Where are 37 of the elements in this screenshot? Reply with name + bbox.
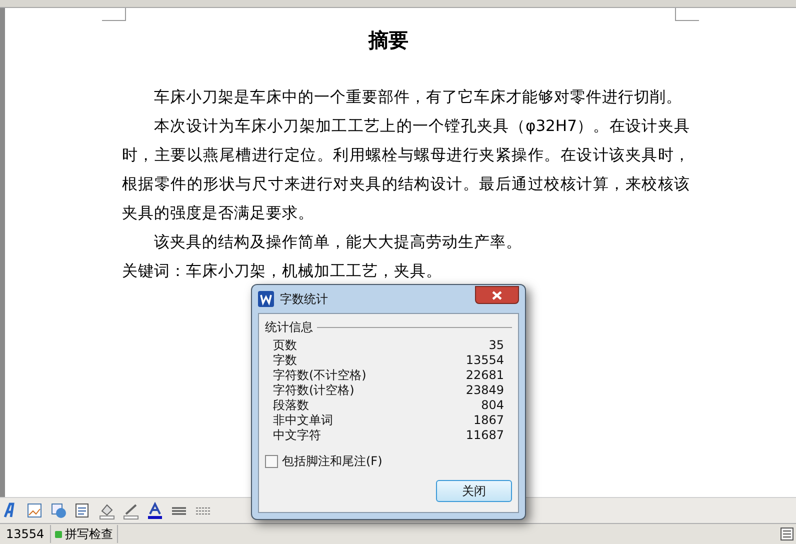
stat-value: 1867 bbox=[473, 413, 504, 428]
stat-label: 字符数(计空格) bbox=[273, 383, 354, 398]
stat-value: 13554 bbox=[466, 353, 504, 368]
line-color-icon[interactable] bbox=[122, 502, 140, 520]
body-paragraph: 该夹具的结构及操作简单，能大大提高劳动生产率。 bbox=[153, 232, 523, 253]
group-label: 统计信息 bbox=[265, 319, 313, 336]
stat-value: 35 bbox=[488, 338, 504, 353]
spell-check-button[interactable]: 拼写检查 bbox=[51, 525, 118, 543]
document-view-icon[interactable] bbox=[780, 527, 794, 541]
font-color-icon[interactable] bbox=[146, 502, 164, 520]
stat-label: 页数 bbox=[273, 338, 297, 353]
close-icon bbox=[492, 290, 502, 300]
stat-label: 中文字符 bbox=[273, 428, 321, 443]
keywords-line: 关键词：车床小刀架，机械加工工艺，夹具。 bbox=[122, 261, 443, 282]
margin-corner-mark bbox=[675, 8, 699, 21]
stat-value: 11687 bbox=[466, 428, 504, 443]
dialog-title: 字数统计 bbox=[280, 291, 328, 308]
fill-color-icon[interactable] bbox=[98, 502, 116, 520]
stat-value: 22681 bbox=[466, 368, 504, 383]
stat-value: 804 bbox=[481, 398, 504, 413]
checkbox[interactable] bbox=[265, 454, 278, 468]
stat-value: 23849 bbox=[466, 383, 504, 398]
body-paragraph: 本次设计为车床小刀架加工工艺上的一个镗孔夹具（φ32H7）。在设计夹具时，主要以燕尾槽进行定位。利用螺栓与螺母进行夹紧操作。在设计该夹具时，根据零件的形状与尺寸来进行对夹具的结构设计。最后通过校核计算，来校核该夹具的强度是否满足要求。 bbox=[122, 116, 690, 224]
app-logo-icon bbox=[258, 291, 274, 307]
word-count: 13554 bbox=[0, 525, 52, 543]
body-paragraph: 车床小刀架是车床中的一个重要部件，有了它车床才能够对零件进行切削。 bbox=[153, 87, 683, 108]
clipart-icon[interactable] bbox=[50, 502, 68, 520]
margin-corner-mark bbox=[102, 8, 126, 21]
stat-label: 非中文单词 bbox=[273, 413, 333, 428]
picture-icon[interactable] bbox=[26, 502, 44, 520]
close-button[interactable] bbox=[475, 286, 519, 304]
stat-label: 字符数(不计空格) bbox=[273, 368, 366, 383]
stat-label: 字数 bbox=[273, 353, 297, 368]
close-dialog-button[interactable]: 关闭 bbox=[436, 480, 512, 502]
document-heading: 摘要 bbox=[367, 27, 410, 54]
checkbox-label: 包括脚注和尾注(F) bbox=[282, 453, 382, 470]
stat-label: 段落数 bbox=[273, 398, 309, 413]
